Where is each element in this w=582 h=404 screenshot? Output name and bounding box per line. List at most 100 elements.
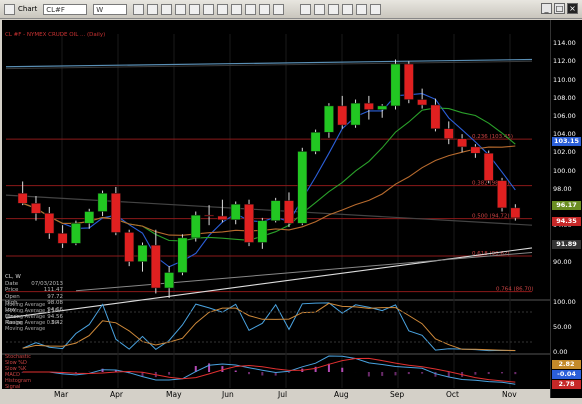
- candle-body: [97, 193, 108, 212]
- candle-body: [350, 102, 361, 126]
- interval-field[interactable]: W: [93, 3, 128, 15]
- link-icon[interactable]: [300, 3, 311, 15]
- options-icon[interactable]: [370, 3, 381, 15]
- candle-body: [284, 200, 294, 224]
- save-icon[interactable]: [328, 3, 339, 15]
- zoom-in-icon[interactable]: [133, 3, 145, 15]
- price-axis: 114.00 112.00 110.00 108.00 106.00 104.00 102.…: [550, 20, 582, 398]
- candle-body: [417, 99, 428, 106]
- candle-body: [110, 193, 121, 233]
- date-label: Sep: [390, 390, 405, 399]
- macd-tag: 2.78: [552, 380, 581, 389]
- fib-tool-icon[interactable]: [245, 3, 257, 15]
- candle-body: [230, 203, 241, 220]
- price-tag: 91.89: [552, 239, 581, 249]
- subpanel-1-legend: Moving Average Moving Average 1.50 Moving …: [5, 302, 58, 332]
- price-chart: 0.236 (103.45)0.382 (98.34)0.500 (94.72)…: [2, 34, 550, 388]
- text-tool-icon[interactable]: [259, 3, 271, 15]
- subpanel-legend-item: Moving Average: [5, 326, 46, 332]
- candle-body: [164, 272, 175, 289]
- indicator-icon[interactable]: [189, 3, 201, 15]
- symbol-field[interactable]: CL#F: [43, 3, 88, 15]
- candle-body: [510, 207, 521, 219]
- info-value: 97.72: [47, 293, 63, 300]
- candle-body: [204, 214, 214, 217]
- price-tick: 108.00: [553, 93, 576, 102]
- cursor-icon[interactable]: [217, 3, 229, 15]
- bar-type-icon[interactable]: [161, 3, 173, 15]
- candle-body: [190, 214, 201, 239]
- candle-body: [430, 104, 441, 129]
- candle-body: [150, 244, 161, 289]
- candle-body: [497, 180, 507, 209]
- ma-20-line: [22, 93, 516, 268]
- macd-histogram-bar: [208, 363, 211, 372]
- line-tool-icon[interactable]: [231, 3, 243, 15]
- minimize-icon[interactable]: _: [541, 3, 552, 14]
- ma-50-line: [22, 107, 516, 242]
- date-label: Mar: [54, 390, 69, 399]
- price-tag: 96.17: [552, 200, 581, 210]
- chart-icon[interactable]: [4, 3, 15, 15]
- date-label: Apr: [110, 390, 123, 399]
- toolbar: Chart CL#F W _ □ ×: [0, 0, 582, 19]
- fib-label: 0.500 (94.72): [472, 214, 510, 220]
- price-tick: 98.00: [553, 184, 572, 193]
- info-key: Price: [5, 287, 19, 294]
- trendline-top-2: [5, 60, 533, 70]
- price-tick: 112.00: [553, 57, 576, 66]
- info-row: Date 07/03/2013: [5, 281, 63, 288]
- macd-histogram-bar: [314, 366, 317, 372]
- maximize-icon[interactable]: □: [554, 3, 565, 14]
- candle-body: [390, 63, 401, 107]
- macd-histogram-bar: [421, 372, 424, 374]
- price-tick: 90.00: [553, 257, 572, 266]
- candle-body: [31, 203, 41, 214]
- macd-histogram-bar: [487, 372, 490, 375]
- macd-histogram-bar: [394, 372, 397, 376]
- candle-body: [443, 128, 454, 139]
- macd-histogram-bar: [221, 366, 224, 372]
- candle-body: [17, 193, 28, 204]
- close-icon[interactable]: ×: [567, 3, 578, 14]
- trendline-top: [5, 58, 533, 68]
- layout-icon[interactable]: [356, 3, 367, 15]
- date-label: Jul: [278, 390, 288, 399]
- info-key: Open: [5, 293, 20, 300]
- macd-tag: -0.04: [552, 370, 581, 379]
- date-label: May: [166, 390, 182, 399]
- crosshair-icon[interactable]: [203, 3, 215, 15]
- print-icon[interactable]: [314, 3, 325, 15]
- candle-body: [483, 153, 494, 181]
- trendline-support: [5, 247, 533, 319]
- refresh-icon[interactable]: [342, 3, 353, 15]
- date-label: Aug: [334, 390, 349, 399]
- price-tag: 103.15: [552, 137, 581, 147]
- date-label: Jun: [222, 390, 234, 399]
- stoch-d-line: [22, 302, 516, 351]
- candle-body: [84, 211, 95, 224]
- candle-body: [137, 244, 148, 262]
- zoom-out-icon[interactable]: [147, 3, 159, 15]
- chart-button-label[interactable]: Chart: [18, 5, 37, 13]
- macd-histogram-bar: [367, 372, 370, 377]
- macd-histogram-bar: [168, 372, 171, 375]
- candle-body: [71, 223, 81, 244]
- draw-icon[interactable]: [175, 3, 187, 15]
- info-row: Price 111.47: [5, 287, 63, 294]
- chart-area[interactable]: 0.236 (103.45) 0.382 (98.34) 0.500 (94.72)…: [2, 20, 550, 398]
- macd-histogram-bar: [501, 372, 504, 374]
- macd-histogram-bar: [248, 372, 251, 375]
- settings-icon[interactable]: [273, 3, 285, 15]
- info-key: Date: [5, 280, 19, 287]
- oscillator-tick: 0.00: [553, 348, 568, 356]
- date-label: Nov: [502, 390, 517, 399]
- price-tick: 102.00: [553, 148, 576, 157]
- date-axis: Mar Apr May Jun Jul Aug Sep Oct Nov: [2, 389, 550, 402]
- candle-body: [457, 138, 467, 148]
- candle-body: [270, 200, 281, 221]
- candle-body: [244, 203, 254, 243]
- macd-histogram-bar: [474, 372, 477, 375]
- candle-body: [377, 105, 388, 110]
- candle-body: [337, 105, 348, 126]
